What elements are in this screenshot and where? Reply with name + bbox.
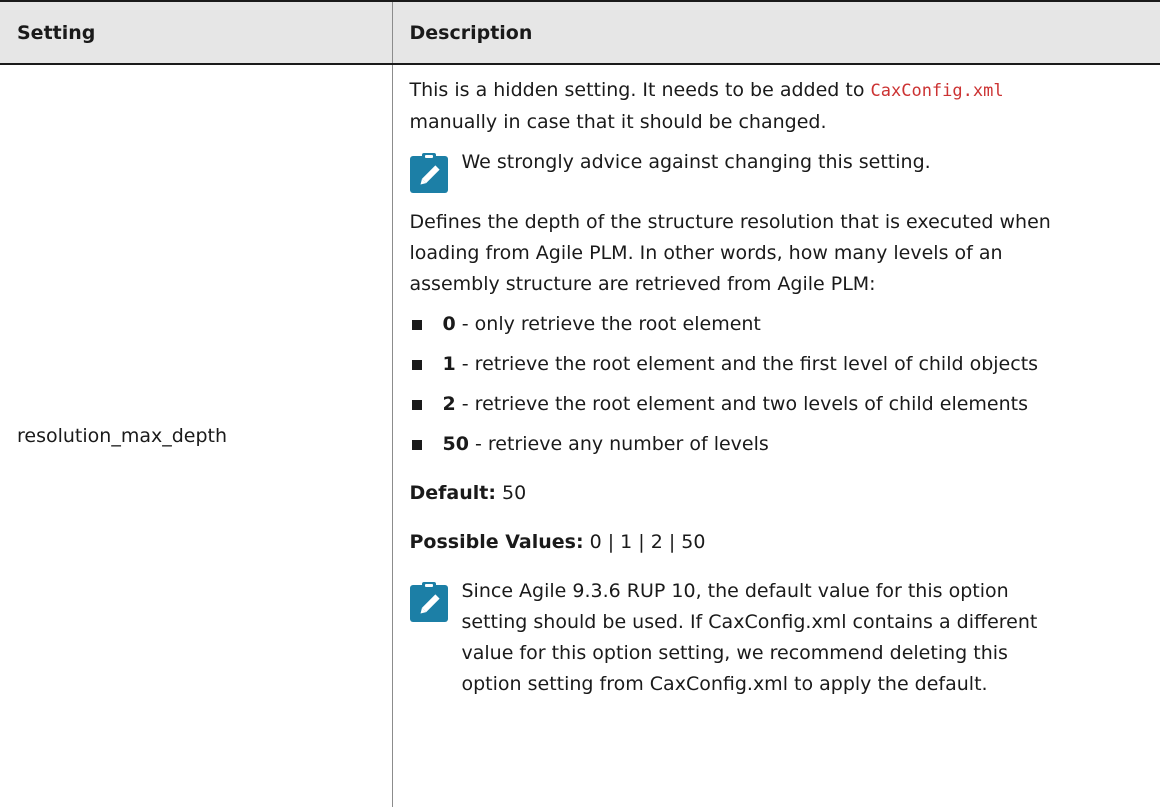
note-info-text: Since Agile 9.3.6 RUP 10, the default va… bbox=[462, 576, 1038, 700]
note-info-line: option setting from CaxConfig.xml to app… bbox=[461, 673, 988, 695]
square-bullet-icon bbox=[411, 399, 422, 410]
note-info-line: value for this option setting, we recomm… bbox=[461, 642, 1008, 664]
definition-line: loading from Agile PLM. In other words, … bbox=[409, 242, 1003, 264]
square-bullet-icon bbox=[411, 439, 422, 450]
note-info-line: setting should be used. If CaxConfig.xml… bbox=[461, 611, 1038, 633]
square-bullet-icon bbox=[411, 359, 422, 370]
level-text: - retrieve any number of levels bbox=[468, 433, 769, 455]
possible-values-label: Possible Values: bbox=[409, 531, 584, 553]
levels-list: 0 - only retrieve the root element 1 - r… bbox=[410, 309, 1144, 460]
list-item: 50 - retrieve any number of levels bbox=[410, 429, 1144, 460]
header-row: Setting Description bbox=[0, 0, 1160, 65]
definition-line: Defines the depth of the structure resol… bbox=[409, 211, 1051, 233]
intro-text-after: manually in case that it should be chang… bbox=[409, 111, 827, 133]
pencil-note-icon bbox=[409, 582, 450, 622]
default-paragraph: Default: 50 bbox=[410, 478, 1144, 509]
level-text: - only retrieve the root element bbox=[455, 313, 761, 335]
setting-name: resolution_max_depth bbox=[0, 64, 393, 807]
note-warning: We strongly advice against changing this… bbox=[409, 147, 1144, 193]
level-value: 50 bbox=[442, 433, 469, 455]
possible-values-paragraph: Possible Values: 0 | 1 | 2 | 50 bbox=[410, 527, 1144, 558]
definition-paragraph: Defines the depth of the structure resol… bbox=[410, 207, 1144, 300]
pencil-note-icon bbox=[409, 153, 450, 193]
note-info: Since Agile 9.3.6 RUP 10, the default va… bbox=[409, 576, 1144, 700]
level-value: 2 bbox=[442, 393, 456, 415]
header-setting: Setting bbox=[0, 0, 393, 65]
description-cell: This is a hidden setting. It needs to be… bbox=[392, 64, 1160, 807]
level-text: - retrieve the root element and the firs… bbox=[455, 353, 1039, 375]
note-warning-text: We strongly advice against changing this… bbox=[461, 151, 931, 173]
note-info-line: Since Agile 9.3.6 RUP 10, the default va… bbox=[461, 580, 1009, 602]
header-description: Description bbox=[392, 0, 1160, 65]
square-bullet-icon bbox=[411, 319, 422, 330]
list-item: 0 - only retrieve the root element bbox=[410, 309, 1144, 340]
intro-paragraph: This is a hidden setting. It needs to be… bbox=[410, 75, 1144, 138]
level-text: - retrieve the root element and two leve… bbox=[455, 393, 1028, 415]
level-value: 1 bbox=[442, 353, 456, 375]
definition-line: assembly structure are retrieved from Ag… bbox=[409, 273, 876, 295]
table-row: resolution_max_depth This is a hidden se… bbox=[0, 64, 1160, 807]
config-file-code: CaxConfig.xml bbox=[870, 81, 1004, 101]
possible-values-value: 0 | 1 | 2 | 50 bbox=[583, 531, 706, 553]
default-value: 50 bbox=[495, 482, 527, 504]
settings-table: Setting Description resolution_max_depth… bbox=[0, 0, 1160, 807]
list-item: 1 - retrieve the root element and the fi… bbox=[410, 349, 1144, 380]
level-value: 0 bbox=[442, 313, 456, 335]
intro-text: This is a hidden setting. It needs to be… bbox=[409, 79, 871, 101]
default-label: Default: bbox=[409, 482, 496, 504]
list-item: 2 - retrieve the root element and two le… bbox=[410, 389, 1144, 420]
